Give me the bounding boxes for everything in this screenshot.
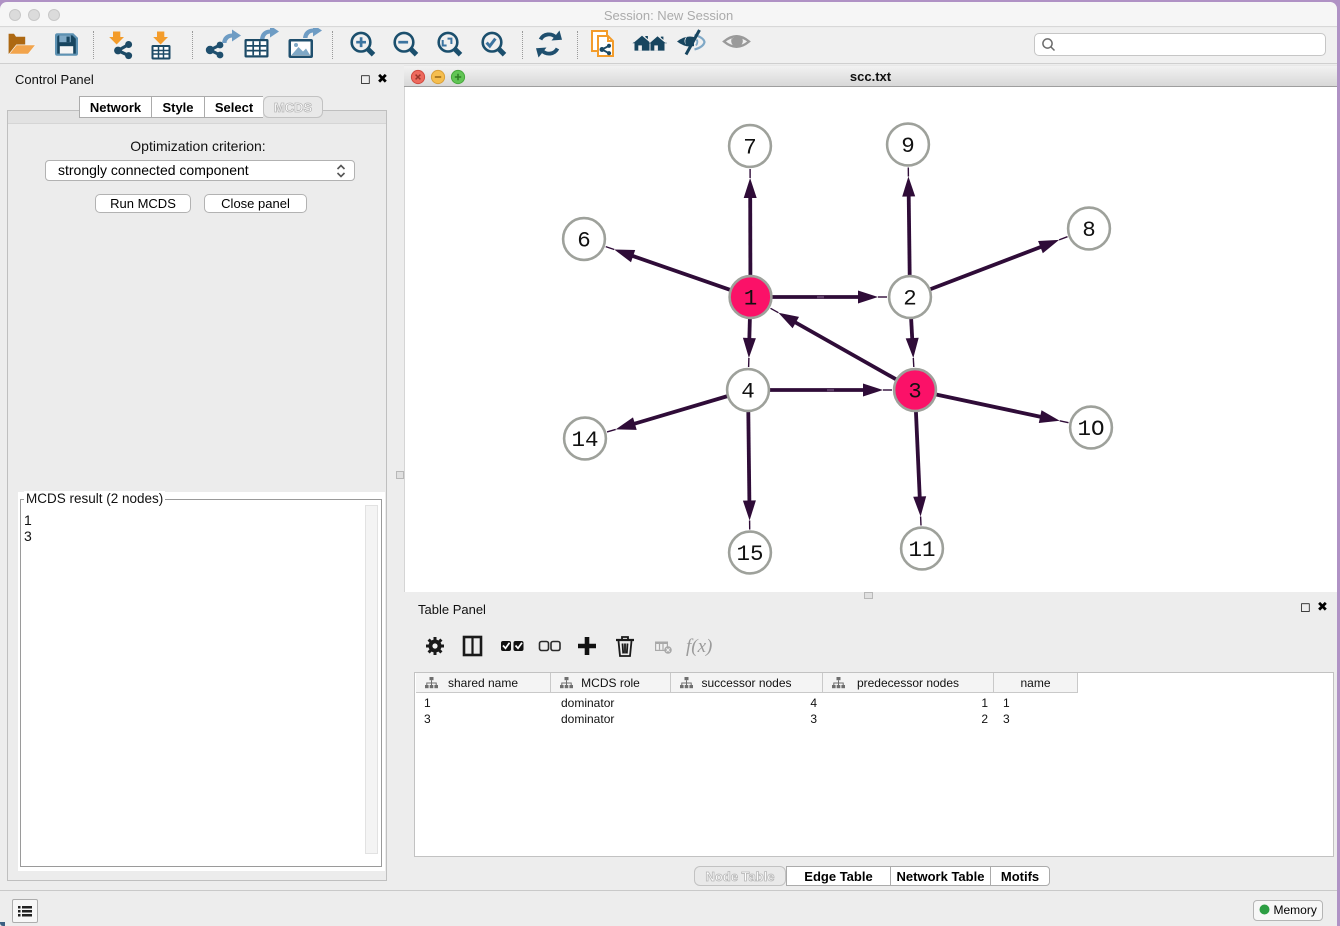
svg-text:1: 1 [744, 286, 758, 312]
svg-text:4: 4 [741, 379, 755, 405]
svg-text:3: 3 [908, 379, 922, 405]
svg-text:11: 11 [908, 537, 935, 563]
svg-text:14: 14 [571, 427, 598, 453]
svg-text:8: 8 [1082, 217, 1096, 243]
svg-text:2: 2 [903, 286, 917, 312]
svg-text:6: 6 [577, 228, 591, 254]
svg-text:9: 9 [901, 133, 915, 159]
svg-text:15: 15 [736, 541, 763, 567]
svg-text:f(x): f(x) [686, 636, 712, 657]
svg-text:1O: 1O [1077, 416, 1104, 442]
svg-text:7: 7 [743, 135, 757, 161]
